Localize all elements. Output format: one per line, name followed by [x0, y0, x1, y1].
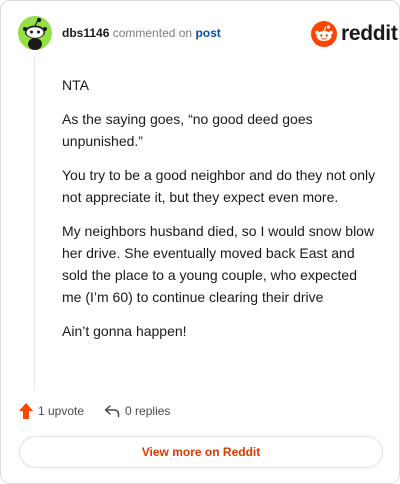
view-more-button[interactable]: View more on Reddit — [19, 436, 383, 468]
embedded-comment-card: dbs1146 commented on post reddit NTA As … — [0, 0, 400, 484]
username-link[interactable]: dbs1146 — [62, 26, 109, 40]
comment-body: NTA As the saying goes, “no good deed go… — [62, 74, 380, 354]
reddit-wordmark: reddit — [341, 22, 398, 45]
reddit-logo-icon — [311, 21, 337, 47]
post-link[interactable]: post — [195, 26, 220, 40]
comment-paragraph: As the saying goes, “no good deed goes u… — [62, 111, 313, 149]
comment-paragraph: My neighbors husband died, so I would sn… — [62, 223, 375, 305]
comment-actions: 1 upvote 0 replies — [19, 401, 170, 421]
comment-paragraph: NTA — [62, 77, 89, 93]
reddit-logo[interactable]: reddit — [311, 21, 398, 47]
avatar[interactable] — [18, 16, 52, 50]
reply-count: 0 replies — [125, 404, 171, 418]
replies-button[interactable]: 0 replies — [104, 404, 170, 418]
reply-arrow-icon — [104, 405, 120, 418]
snoo-avatar-icon — [18, 16, 52, 50]
comment-paragraph: Ain’t gonna happen! — [62, 323, 187, 339]
comment-header: dbs1146 commented on post — [62, 25, 221, 41]
commented-on-label: commented on — [112, 26, 193, 40]
thread-line — [34, 57, 35, 389]
upvote-count: 1 upvote — [38, 404, 85, 418]
comment-paragraph: You try to be a good neighbor and do the… — [62, 167, 376, 205]
upvote-button[interactable]: 1 upvote — [19, 403, 84, 419]
upvote-arrow-icon — [19, 403, 33, 419]
